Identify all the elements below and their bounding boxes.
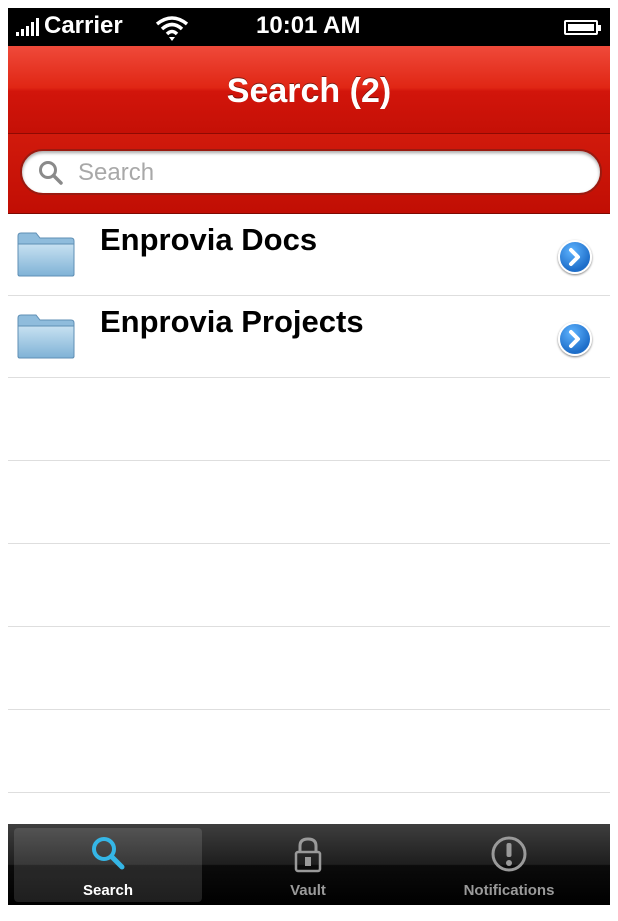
search-input[interactable] — [76, 157, 580, 189]
tab-notifications[interactable]: Notifications — [408, 824, 610, 905]
page-title: Search (2) — [226, 72, 392, 110]
list-item[interactable]: Enprovia Projects — [8, 296, 610, 378]
carrier-name: Carrier — [44, 12, 123, 39]
empty-row — [8, 627, 610, 710]
tab-label: Notifications — [463, 882, 555, 899]
clock-time: 10:01 AM — [256, 12, 361, 39]
disclosure-chevron-icon[interactable] — [558, 240, 592, 274]
tab-label: Search — [82, 882, 134, 899]
search-bar — [8, 134, 610, 214]
list-item-label: Enprovia Docs — [100, 222, 318, 257]
navigation-bar: Search (2) — [8, 46, 610, 134]
status-bar: Carrier 10:01 AM — [8, 8, 610, 46]
search-icon — [38, 160, 64, 186]
tab-label: Vault — [290, 882, 326, 899]
empty-row — [8, 544, 610, 627]
folder-icon — [16, 230, 76, 278]
disclosure-chevron-icon[interactable] — [558, 322, 592, 356]
lock-icon — [288, 834, 328, 874]
battery-icon — [564, 20, 601, 35]
phone-screen: Carrier 10:01 AM Search (2) Search Enpro… — [8, 8, 610, 905]
signal-strength-icon — [16, 18, 40, 36]
wifi-icon — [154, 14, 190, 42]
results-list: Enprovia Docs Enprovia Projects — [8, 214, 610, 824]
exclamation-icon — [489, 834, 529, 874]
empty-row — [8, 461, 610, 544]
search-tab-icon — [88, 834, 128, 874]
tab-bar: Search Vault Notifications — [8, 824, 610, 905]
list-item-label: Enprovia Projects — [100, 304, 364, 339]
empty-row — [8, 378, 610, 461]
empty-row — [8, 710, 610, 793]
search-field[interactable] — [20, 149, 602, 195]
tab-search[interactable]: Search — [8, 824, 208, 905]
tab-vault[interactable]: Vault — [208, 824, 408, 905]
list-item[interactable]: Enprovia Docs — [8, 214, 610, 296]
folder-icon — [16, 312, 76, 360]
